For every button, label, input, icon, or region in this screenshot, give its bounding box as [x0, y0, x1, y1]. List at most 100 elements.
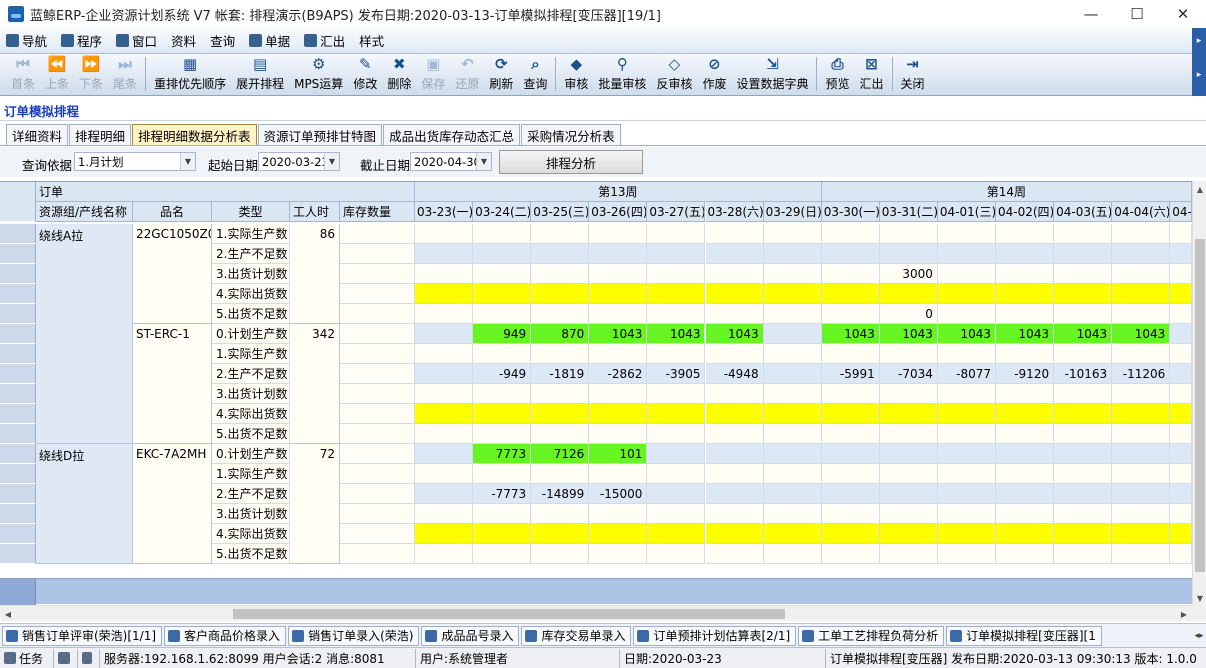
schedule-cell[interactable]	[996, 304, 1055, 324]
tab-4[interactable]: 成品出货库存动态汇总	[383, 124, 521, 146]
schedule-cell[interactable]: 1043	[1054, 324, 1113, 344]
schedule-cell[interactable]	[996, 344, 1055, 364]
date-column-header[interactable]: 04-04(六)	[1112, 202, 1171, 222]
tools-icon[interactable]	[54, 648, 78, 668]
schedule-cell[interactable]	[1054, 244, 1113, 264]
schedule-cell[interactable]	[647, 244, 706, 264]
schedule-cell[interactable]	[763, 484, 822, 504]
schedule-cell[interactable]	[1170, 284, 1192, 304]
schedule-cell[interactable]	[415, 364, 474, 384]
row-selector[interactable]	[0, 444, 36, 464]
schedule-cell[interactable]	[473, 424, 532, 444]
schedule-cell[interactable]: 101	[589, 444, 648, 464]
stock-cell[interactable]	[340, 504, 415, 524]
row-selector[interactable]	[0, 384, 36, 404]
schedule-cell[interactable]	[1054, 424, 1113, 444]
menubar-collapse-icon[interactable]: ▸	[1192, 28, 1206, 54]
tab-0[interactable]: 详细资料	[6, 124, 69, 146]
schedule-cell[interactable]	[415, 424, 474, 444]
start-date-field[interactable]: 2020-03-23 ▼	[258, 152, 340, 171]
schedule-cell[interactable]	[763, 464, 822, 484]
schedule-cell[interactable]	[705, 304, 764, 324]
schedule-cell[interactable]	[415, 344, 474, 364]
schedule-cell[interactable]	[1112, 284, 1171, 304]
window-tab-4[interactable]: 库存交易单录入	[521, 625, 632, 646]
schedule-cell[interactable]	[647, 384, 706, 404]
date-column-header[interactable]: 03-28(六)	[705, 202, 764, 222]
date-column-header[interactable]: 03-23(一)	[415, 202, 474, 222]
schedule-cell[interactable]	[1112, 224, 1171, 244]
schedule-cell[interactable]	[937, 304, 996, 324]
tab-1[interactable]: 排程明细	[69, 124, 132, 146]
chevron-down-icon[interactable]: ▼	[180, 153, 195, 170]
schedule-cell[interactable]: -14899	[531, 484, 590, 504]
schedule-cell[interactable]	[705, 504, 764, 524]
schedule-cell[interactable]	[415, 404, 474, 424]
schedule-cell[interactable]: 1043	[1112, 324, 1171, 344]
export-button[interactable]: ⊠ 汇出	[855, 55, 889, 95]
schedule-cell[interactable]: 1043	[996, 324, 1055, 344]
schedule-cell[interactable]	[879, 424, 938, 444]
schedule-cell[interactable]	[415, 244, 474, 264]
schedule-cell[interactable]	[415, 444, 474, 464]
window-tab-1[interactable]: 客户商品价格录入	[164, 625, 287, 646]
schedule-cell[interactable]	[937, 544, 996, 564]
schedule-cell[interactable]	[531, 404, 590, 424]
menu-item-2[interactable]: 窗口	[116, 31, 157, 50]
window-tab-2[interactable]: 销售订单录入(荣浩)	[288, 625, 420, 646]
schedule-cell[interactable]	[996, 504, 1055, 524]
schedule-cell[interactable]	[763, 324, 822, 344]
stock-cell[interactable]	[340, 364, 415, 384]
schedule-cell[interactable]: 1043	[879, 324, 938, 344]
last-record-button[interactable]: ⏭ 尾条	[108, 55, 142, 95]
next-record-button[interactable]: ⏩ 下条	[74, 55, 108, 95]
schedule-cell[interactable]	[763, 504, 822, 524]
schedule-cell[interactable]: 1043	[705, 324, 764, 344]
schedule-cell[interactable]	[705, 484, 764, 504]
save-button[interactable]: ▣ 保存	[416, 55, 450, 95]
schedule-cell[interactable]	[937, 444, 996, 464]
schedule-cell[interactable]	[1054, 544, 1113, 564]
schedule-cell[interactable]	[821, 544, 880, 564]
schedule-cell[interactable]	[531, 244, 590, 264]
date-column-header[interactable]: 03-29(日)	[763, 202, 822, 222]
stock-cell[interactable]	[340, 524, 415, 544]
schedule-cell[interactable]	[531, 284, 590, 304]
schedule-cell[interactable]: 1043	[937, 324, 996, 344]
close-button[interactable]: ⇥ 关闭	[896, 55, 930, 95]
stock-cell[interactable]	[340, 304, 415, 324]
schedule-cell[interactable]	[1170, 404, 1192, 424]
stock-cell[interactable]	[340, 484, 415, 504]
schedule-cell[interactable]	[473, 504, 532, 524]
schedule-cell[interactable]	[996, 224, 1055, 244]
toolbar-collapse-icon[interactable]: ▸	[1192, 54, 1206, 96]
row-selector[interactable]	[0, 324, 36, 344]
column-header-stock[interactable]: 库存数量	[340, 202, 415, 222]
schedule-cell[interactable]	[821, 504, 880, 524]
schedule-cell[interactable]	[1054, 264, 1113, 284]
schedule-cell[interactable]	[415, 384, 474, 404]
stock-cell[interactable]	[340, 384, 415, 404]
schedule-cell[interactable]	[415, 544, 474, 564]
tab-3[interactable]: 资源订单预排甘特图	[257, 124, 383, 146]
schedule-cell[interactable]	[763, 544, 822, 564]
schedule-cell[interactable]	[415, 524, 474, 544]
schedule-cell[interactable]	[415, 504, 474, 524]
schedule-cell[interactable]	[996, 404, 1055, 424]
menu-item-7[interactable]: 样式	[359, 31, 384, 50]
product-name-cell[interactable]: ST-ERC-1	[133, 324, 212, 444]
menu-item-6[interactable]: 汇出	[304, 31, 345, 50]
schedule-cell[interactable]	[589, 284, 648, 304]
schedule-cell[interactable]	[473, 464, 532, 484]
schedule-cell[interactable]: 7126	[531, 444, 590, 464]
first-record-button[interactable]: ⏮ 首条	[6, 55, 40, 95]
schedule-cell[interactable]	[937, 484, 996, 504]
row-selector[interactable]	[0, 424, 36, 444]
window-tab-5[interactable]: 订单预排计划估算表[2/1]	[633, 625, 797, 646]
schedule-cell[interactable]	[531, 504, 590, 524]
edit-button[interactable]: ✎ 修改	[348, 55, 382, 95]
row-selector[interactable]	[0, 344, 36, 364]
schedule-cell[interactable]	[763, 384, 822, 404]
schedule-cell[interactable]	[763, 524, 822, 544]
row-selector[interactable]	[0, 244, 36, 264]
